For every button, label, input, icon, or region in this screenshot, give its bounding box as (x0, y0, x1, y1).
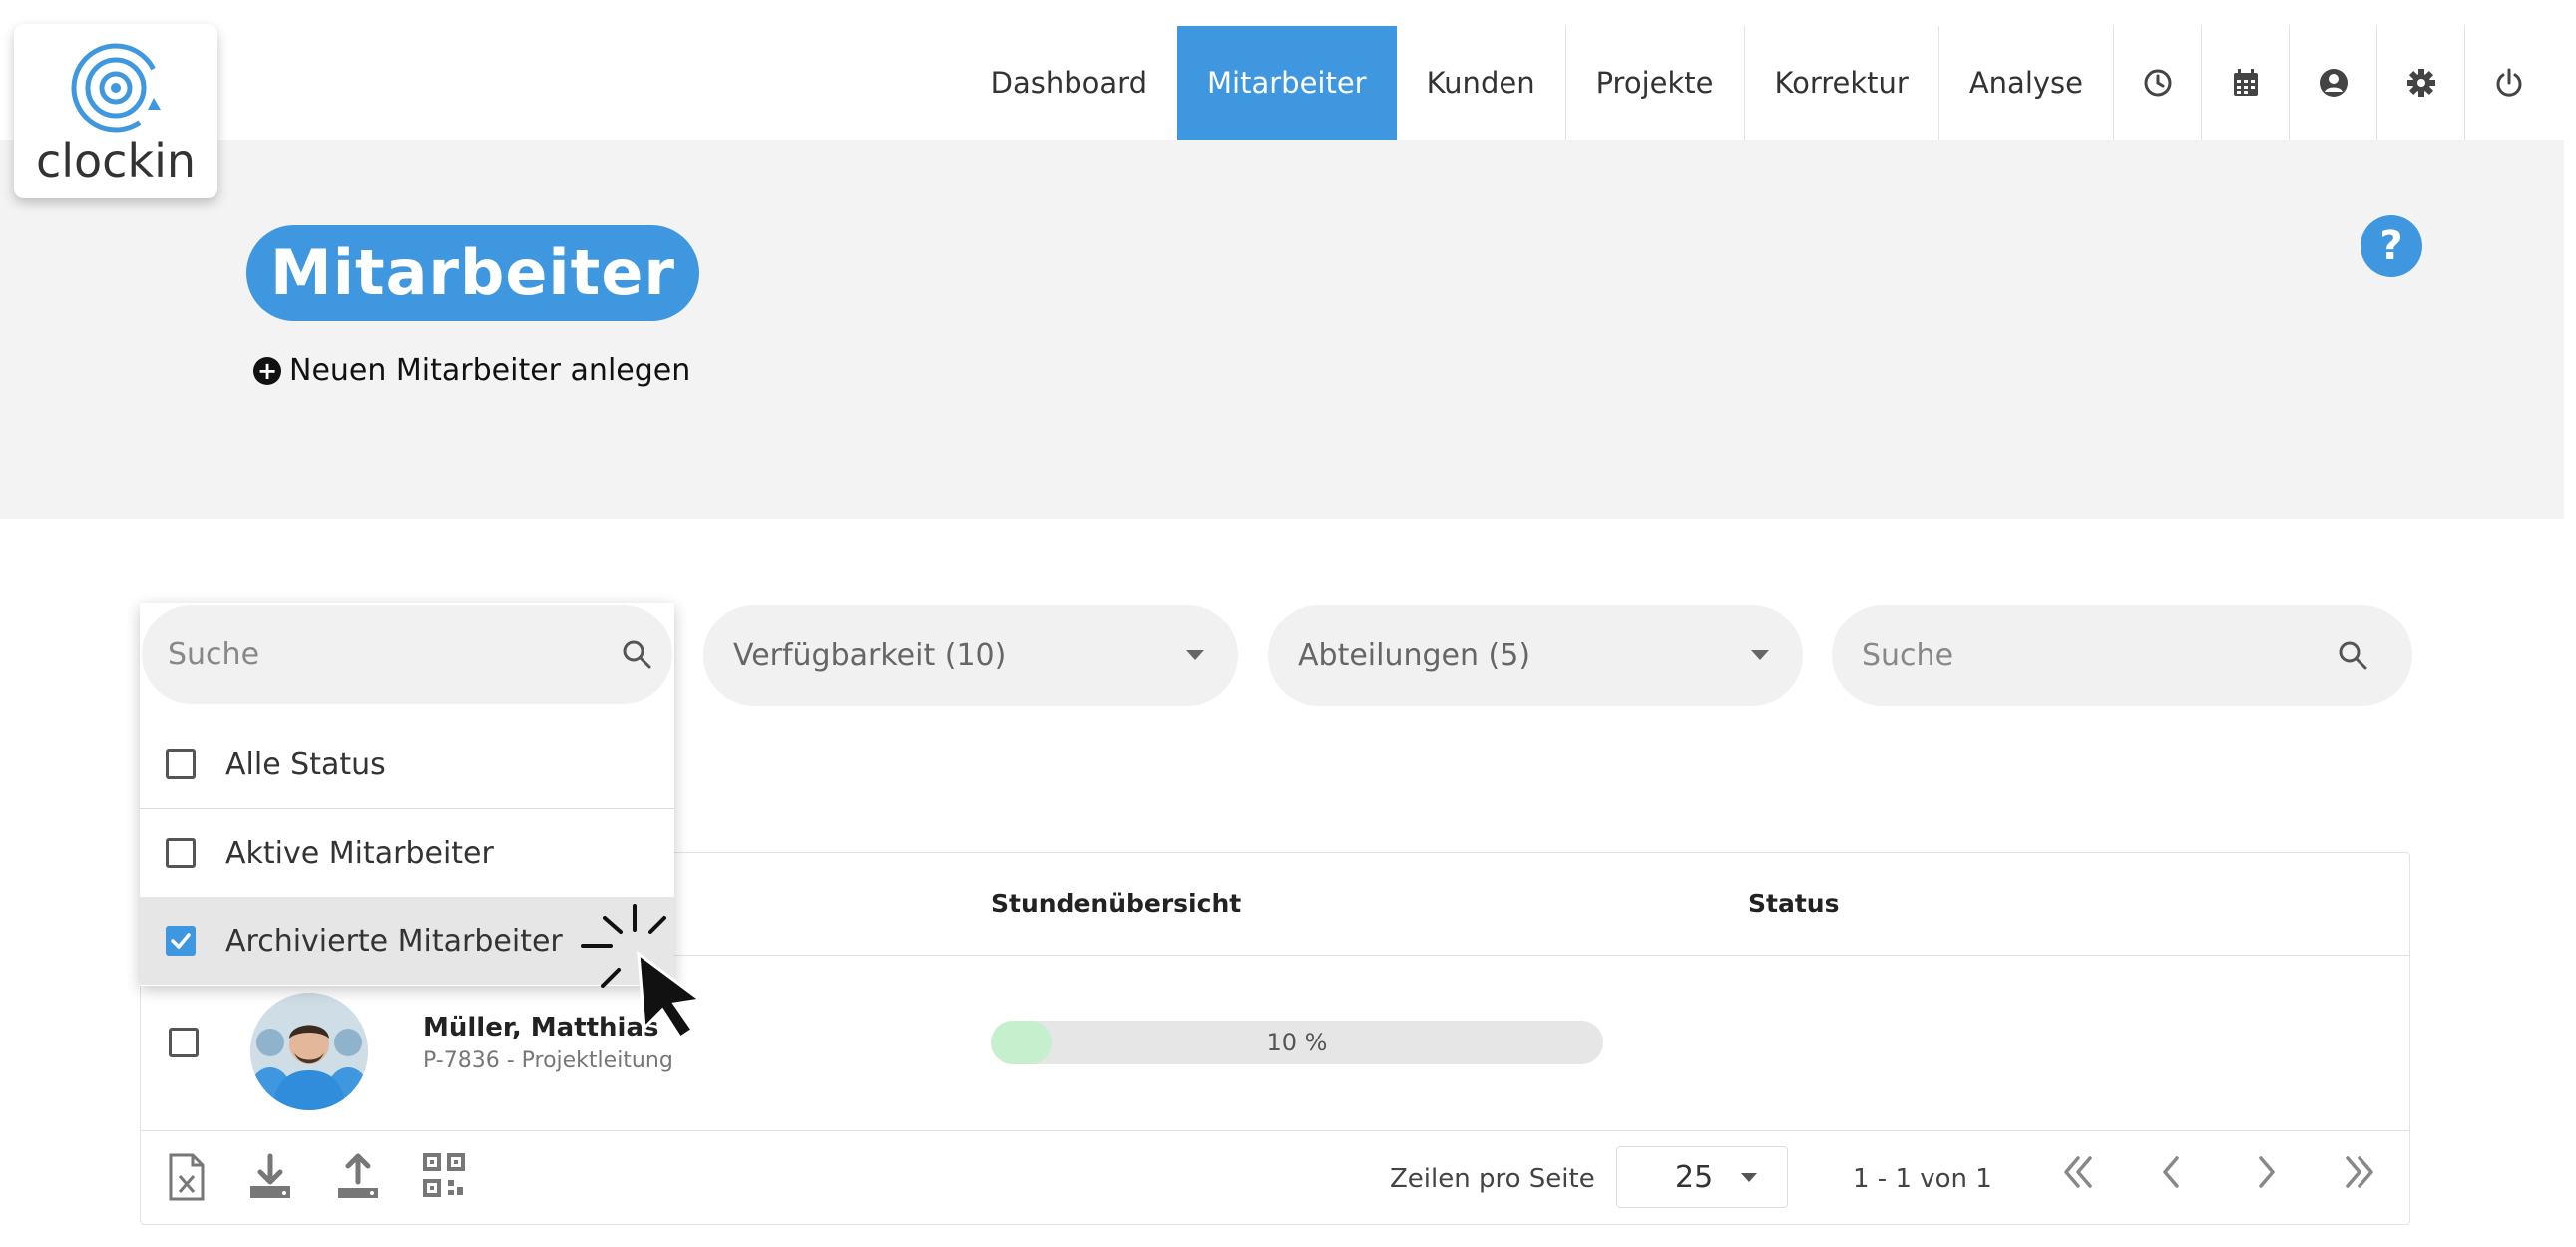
chevron-down-icon (1741, 1172, 1757, 1182)
progress-label: 10 % (1266, 1029, 1328, 1056)
nav-analyse[interactable]: Analyse (1937, 26, 2113, 140)
status-option-label: Alle Status (225, 746, 386, 782)
departments-filter-label: Abteilungen (5) (1298, 637, 1531, 673)
search-icon (2339, 641, 2367, 670)
nav-clock-button[interactable] (2113, 26, 2201, 140)
status-option-checkbox[interactable] (166, 838, 196, 868)
nav-settings-button[interactable] (2376, 26, 2464, 140)
availability-filter[interactable]: Verfügbarkeit (10) (703, 605, 1238, 706)
nav-profile-button[interactable] (2289, 26, 2376, 140)
chevron-down-icon (1186, 650, 1204, 660)
main-nav: Dashboard Mitarbeiter Kunden Projekte Ko… (961, 26, 2552, 140)
rows-per-page-value: 25 (1675, 1159, 1714, 1195)
status-search-placeholder: Suche (168, 636, 260, 672)
top-navigation: Dashboard Mitarbeiter Kunden Projekte Ko… (0, 0, 2564, 140)
status-search-input[interactable]: Suche (142, 605, 672, 704)
upload-icon[interactable] (334, 1152, 382, 1202)
rows-per-page-label: Zeilen pro Seite (1390, 1164, 1595, 1194)
page-title: Mitarbeiter (246, 225, 699, 321)
qr-code-icon[interactable] (422, 1152, 466, 1198)
next-page-icon[interactable] (2246, 1152, 2286, 1192)
search-placeholder: Suche (1862, 637, 1954, 673)
clock-icon (2144, 69, 2171, 97)
avatar-photo (250, 993, 368, 1110)
nav-korrektur[interactable]: Korrektur (1743, 26, 1938, 140)
new-employee-label: Neuen Mitarbeiter anlegen (289, 353, 691, 388)
status-option-label: Archivierte Mitarbeiter (225, 923, 563, 959)
nav-dashboard[interactable]: Dashboard (961, 26, 1177, 140)
status-option-checkbox-checked[interactable] (166, 926, 196, 956)
nav-kunden[interactable]: Kunden (1397, 26, 1565, 140)
clockin-logo-icon (71, 43, 161, 133)
nav-mitarbeiter[interactable]: Mitarbeiter (1177, 26, 1397, 140)
chevron-down-icon (1751, 650, 1769, 660)
checkmark-icon (171, 933, 191, 949)
employee-subtitle: P-7836 - Projektleitung (423, 1048, 673, 1073)
row-checkbox[interactable] (169, 1028, 199, 1057)
logo[interactable]: clockin (14, 24, 217, 198)
help-button[interactable]: ? (2361, 215, 2422, 277)
avatar (250, 993, 368, 1110)
departments-filter[interactable]: Abteilungen (5) (1268, 605, 1803, 706)
calendar-icon (2233, 69, 2258, 96)
mouse-cursor-icon (581, 904, 704, 1039)
download-icon[interactable] (246, 1152, 294, 1202)
header-status: Status (1748, 889, 1840, 918)
power-icon (2496, 68, 2521, 97)
nav-calendar-button[interactable] (2201, 26, 2289, 140)
logo-text: clockin (35, 134, 197, 188)
new-employee-link[interactable]: + Neuen Mitarbeiter anlegen (253, 353, 690, 388)
page-header (0, 140, 2564, 519)
pagination-range: 1 - 1 von 1 (1853, 1164, 1992, 1194)
previous-page-icon[interactable] (2152, 1152, 2192, 1192)
footer-divider (141, 1130, 2409, 1131)
status-option-all[interactable]: Alle Status (140, 720, 674, 808)
plus-circle-icon: + (253, 356, 281, 385)
hours-progress-bar: 10 % (991, 1021, 1603, 1064)
first-page-icon[interactable] (2056, 1152, 2100, 1192)
search-icon (623, 640, 651, 669)
gear-icon (2406, 69, 2435, 97)
user-icon (2319, 69, 2348, 97)
nav-projekte[interactable]: Projekte (1564, 26, 1744, 140)
status-option-active[interactable]: Aktive Mitarbeiter (140, 809, 674, 897)
status-option-checkbox[interactable] (166, 749, 196, 779)
status-option-label: Aktive Mitarbeiter (225, 835, 494, 871)
excel-export-icon[interactable] (167, 1152, 207, 1202)
nav-logout-button[interactable] (2464, 26, 2552, 140)
availability-filter-label: Verfügbarkeit (10) (733, 637, 1007, 673)
header-hours: Stundenübersicht (991, 889, 1242, 918)
search-input[interactable]: Suche (1832, 605, 2412, 706)
rows-per-page-select[interactable]: 25 (1616, 1146, 1788, 1208)
last-page-icon[interactable] (2338, 1152, 2381, 1192)
